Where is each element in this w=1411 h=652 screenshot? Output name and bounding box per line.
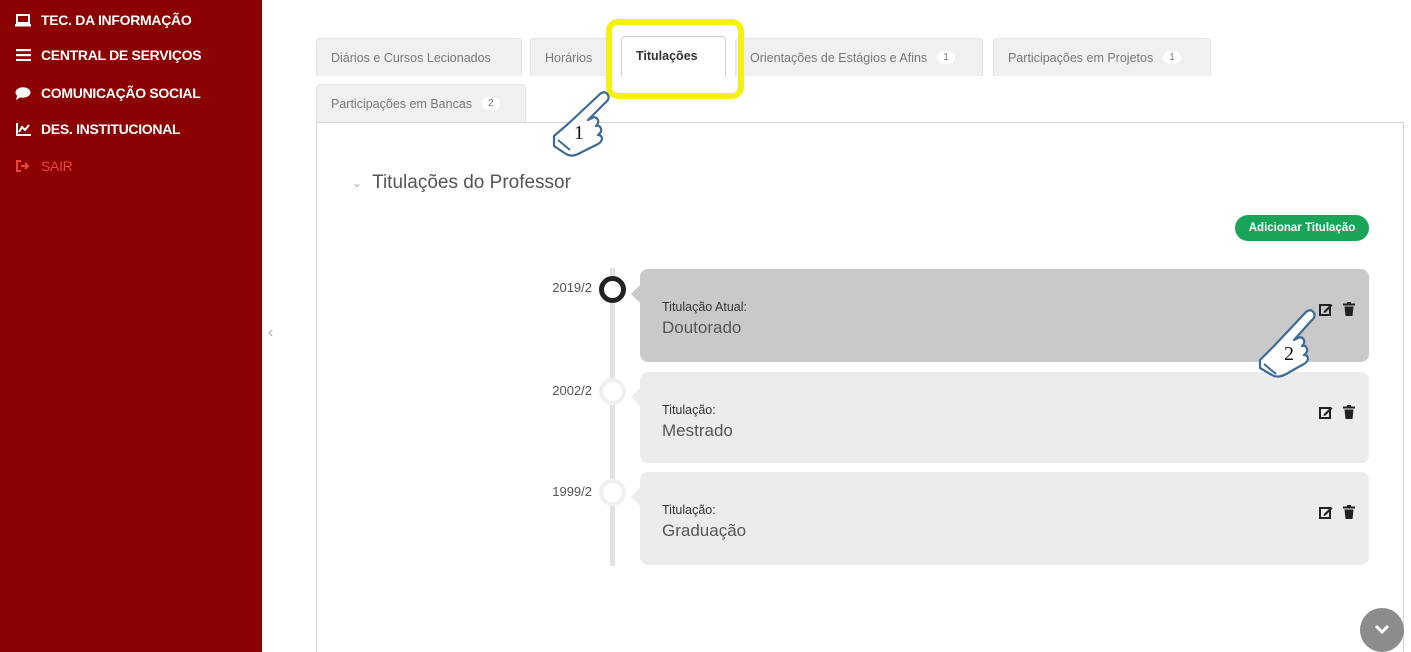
- logout-icon: [14, 159, 32, 173]
- sidebar-item-label: DES. INSTITUCIONAL: [41, 121, 181, 137]
- chevron-down-icon: [1374, 621, 1390, 639]
- timeline-line: [610, 268, 615, 566]
- trash-icon[interactable]: [1343, 505, 1355, 519]
- list-icon: [14, 48, 32, 62]
- sidebar: TEC. DA INFORMAÇÃO CENTRAL DE SERVIÇOS C…: [0, 0, 262, 652]
- sidebar-item-tec-informacao[interactable]: TEC. DA INFORMAÇÃO: [14, 8, 192, 32]
- sidebar-item-label: SAIR: [41, 158, 73, 174]
- chat-bubble-icon: [14, 86, 32, 100]
- add-titulacao-button[interactable]: Adicionar Titulação: [1235, 215, 1369, 241]
- chart-icon: [14, 122, 32, 136]
- timeline-dot: [599, 378, 626, 405]
- titulacao-value: Graduação: [662, 521, 747, 540]
- tab-participacoes-projetos[interactable]: Participações em Projetos 1: [993, 38, 1211, 76]
- section-title: Titulações do Professor: [372, 172, 571, 193]
- sidebar-item-label: COMUNICAÇÃO SOCIAL: [41, 85, 201, 101]
- app-root: TEC. DA INFORMAÇÃO CENTRAL DE SERVIÇOS C…: [0, 0, 1411, 652]
- titulacao-card: Titulação: Mestrado: [631, 372, 1369, 463]
- chevron-left-icon: ‹: [268, 324, 274, 341]
- tab-label: Participações em Bancas: [331, 96, 473, 111]
- titulacao-label: Titulação Atual:: [662, 300, 748, 314]
- laptop-icon: [14, 13, 32, 27]
- titulacao-value: Mestrado: [662, 421, 733, 440]
- timeline-dot: [599, 479, 626, 506]
- timeline-dot-current: [599, 276, 626, 303]
- sidebar-item-comunicacao-social[interactable]: COMUNICAÇÃO SOCIAL: [14, 81, 201, 105]
- tab-count-badge: 2: [482, 97, 500, 110]
- timeline-year: 2002/2: [552, 383, 592, 398]
- scroll-down-button[interactable]: [1360, 608, 1404, 652]
- card-actions: [1319, 405, 1355, 419]
- tab-titulacoes[interactable]: Titulações: [621, 36, 726, 76]
- sidebar-item-label: CENTRAL DE SERVIÇOS: [41, 47, 202, 63]
- tab-count-badge: 1: [937, 51, 955, 64]
- sidebar-item-central-servicos[interactable]: CENTRAL DE SERVIÇOS: [14, 43, 202, 67]
- sidebar-item-label: TEC. DA INFORMAÇÃO: [41, 12, 192, 28]
- titulacao-card: Titulação: Graduação: [631, 472, 1369, 565]
- tab-label: Diários e Cursos Lecionados: [331, 50, 491, 65]
- timeline-year: 2019/2: [552, 280, 592, 295]
- tab-horarios[interactable]: Horários: [530, 38, 612, 76]
- sidebar-collapse-handle[interactable]: ‹: [262, 0, 284, 652]
- edit-icon[interactable]: [1319, 405, 1333, 419]
- sidebar-item-des-institucional[interactable]: DES. INSTITUCIONAL: [14, 117, 181, 141]
- card-actions: [1319, 302, 1355, 316]
- tab-participacoes-bancas[interactable]: Participações em Bancas 2: [316, 84, 526, 122]
- edit-icon[interactable]: [1319, 505, 1333, 519]
- timeline-year: 1999/2: [552, 484, 592, 499]
- tab-orientacoes-estagios[interactable]: Orientações de Estágios e Afins 1: [735, 38, 983, 76]
- tab-diarios-cursos[interactable]: Diários e Cursos Lecionados: [316, 38, 522, 76]
- chevron-down-icon: ⌄: [352, 176, 363, 190]
- titulacao-label: Titulação:: [662, 403, 716, 417]
- sidebar-item-sair[interactable]: SAIR: [14, 154, 73, 178]
- edit-icon[interactable]: [1319, 302, 1333, 316]
- section-header[interactable]: ⌄ Titulações do Professor: [352, 172, 571, 194]
- titulacao-card: Titulação Atual: Doutorado: [631, 269, 1369, 362]
- tab-label: Horários: [545, 50, 593, 65]
- tab-count-badge: 1: [1163, 51, 1181, 64]
- titulacao-value: Doutorado: [662, 318, 742, 337]
- titulacao-label: Titulação:: [662, 503, 716, 517]
- tab-label: Participações em Projetos: [1008, 50, 1154, 65]
- tab-label: Orientações de Estágios e Afins: [750, 50, 928, 65]
- trash-icon[interactable]: [1343, 302, 1355, 316]
- tab-label: Titulações: [636, 49, 698, 63]
- card-actions: [1319, 505, 1355, 519]
- trash-icon[interactable]: [1343, 405, 1355, 419]
